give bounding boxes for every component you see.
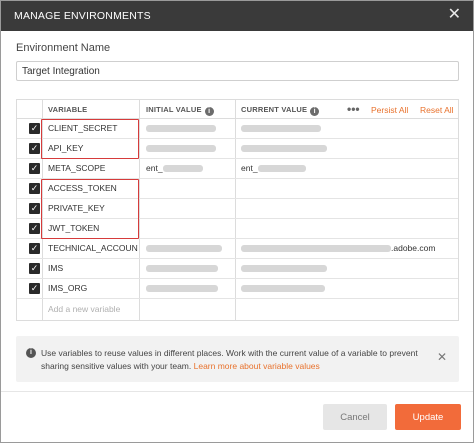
- table-row[interactable]: ✓ IMS_ORG: [17, 279, 458, 299]
- redacted-value: [257, 165, 306, 173]
- table-row[interactable]: ✓ CLIENT_SECRET: [17, 119, 458, 139]
- initial-value-header-label: INITIAL VALUE: [146, 105, 202, 114]
- table-row[interactable]: ✓ PRIVATE_KEY: [17, 199, 458, 219]
- row-checkbox[interactable]: ✓: [29, 283, 40, 294]
- variable-name[interactable]: JWT_TOKEN: [48, 223, 138, 233]
- current-value[interactable]: [241, 143, 456, 153]
- variable-name[interactable]: API_KEY: [48, 143, 138, 153]
- initial-value[interactable]: ent_: [146, 163, 232, 173]
- close-icon[interactable]: ✕: [448, 6, 461, 24]
- redacted-value: [241, 145, 327, 153]
- table-row[interactable]: ✓ TECHNICAL_ACCOUNT_I .adobe.com: [17, 239, 458, 259]
- initial-value[interactable]: [146, 123, 232, 133]
- persist-all-link[interactable]: Persist All: [371, 105, 408, 115]
- initial-value[interactable]: [146, 243, 232, 253]
- row-checkbox[interactable]: ✓: [29, 123, 40, 134]
- variable-column-header: VARIABLE: [48, 105, 88, 114]
- initial-value-text: ent_: [146, 163, 163, 173]
- row-checkbox[interactable]: ✓: [29, 203, 40, 214]
- redacted-value: [241, 265, 327, 273]
- table-row[interactable]: ✓ ACCESS_TOKEN: [17, 179, 458, 199]
- variable-name[interactable]: PRIVATE_KEY: [48, 203, 138, 213]
- cancel-button[interactable]: Cancel: [323, 404, 387, 430]
- reset-all-link[interactable]: Reset All: [420, 105, 454, 115]
- current-value-column-header: CURRENT VALUE i: [241, 105, 320, 116]
- redacted-value: [241, 125, 321, 133]
- environment-name-input[interactable]: [16, 61, 459, 81]
- table-row[interactable]: ✓ API_KEY: [17, 139, 458, 159]
- variable-name[interactable]: IMS: [48, 263, 138, 273]
- current-value[interactable]: [241, 123, 456, 133]
- current-value[interactable]: .adobe.com: [241, 243, 456, 253]
- redacted-value: [162, 165, 203, 173]
- current-value-text: ent_: [241, 163, 258, 173]
- current-value[interactable]: [241, 283, 456, 293]
- current-value[interactable]: [241, 263, 456, 273]
- redacted-value: [146, 245, 222, 253]
- dialog-title: MANAGE ENVIRONMENTS: [14, 10, 151, 22]
- manage-environments-dialog: MANAGE ENVIRONMENTS ✕ Environment Name V…: [0, 0, 474, 443]
- initial-value[interactable]: [146, 283, 232, 293]
- redacted-value: [146, 265, 218, 273]
- add-variable-row[interactable]: Add a new variable: [17, 299, 458, 319]
- footer-divider: [1, 391, 473, 392]
- row-checkbox[interactable]: ✓: [29, 263, 40, 274]
- variable-name[interactable]: ACCESS_TOKEN: [48, 183, 138, 193]
- info-icon: i: [26, 348, 36, 358]
- title-bar: MANAGE ENVIRONMENTS ✕: [1, 1, 473, 31]
- update-button[interactable]: Update: [395, 404, 461, 430]
- redacted-value: [146, 145, 216, 153]
- row-checkbox[interactable]: ✓: [29, 183, 40, 194]
- redacted-value: [146, 125, 216, 133]
- initial-value[interactable]: [146, 143, 232, 153]
- current-value-text: .adobe.com: [391, 243, 436, 253]
- current-value[interactable]: ent_: [241, 163, 456, 173]
- info-icon[interactable]: i: [204, 107, 214, 116]
- initial-value-column-header: INITIAL VALUE i: [146, 105, 214, 116]
- row-checkbox[interactable]: ✓: [29, 143, 40, 154]
- environment-name-label: Environment Name: [16, 42, 111, 54]
- redacted-value: [241, 285, 325, 293]
- variable-name[interactable]: TECHNICAL_ACCOUNT_I: [48, 243, 138, 253]
- add-variable-input[interactable]: Add a new variable: [48, 304, 120, 314]
- variable-name[interactable]: META_SCOPE: [48, 163, 138, 173]
- info-banner: i Use variables to reuse values in diffe…: [16, 336, 459, 382]
- learn-more-link[interactable]: Learn more about variable values: [194, 361, 320, 371]
- variables-table: VARIABLE INITIAL VALUE i CURRENT VALUE i •…: [16, 99, 459, 321]
- more-options-icon[interactable]: •••: [347, 102, 360, 116]
- info-icon[interactable]: i: [310, 107, 320, 116]
- table-row[interactable]: ✓ META_SCOPE ent_ ent_: [17, 159, 458, 179]
- variable-name[interactable]: CLIENT_SECRET: [48, 123, 138, 133]
- close-icon[interactable]: ✕: [437, 350, 447, 364]
- variable-name[interactable]: IMS_ORG: [48, 283, 138, 293]
- redacted-value: [241, 245, 391, 253]
- initial-value[interactable]: [146, 263, 232, 273]
- current-value-header-label: CURRENT VALUE: [241, 105, 308, 114]
- row-checkbox[interactable]: ✓: [29, 223, 40, 234]
- redacted-value: [146, 285, 218, 293]
- row-checkbox[interactable]: ✓: [29, 243, 40, 254]
- info-text: Use variables to reuse values in differe…: [41, 347, 431, 373]
- table-row[interactable]: ✓ JWT_TOKEN: [17, 219, 458, 239]
- table-row[interactable]: ✓ IMS: [17, 259, 458, 279]
- row-checkbox[interactable]: ✓: [29, 163, 40, 174]
- table-header: VARIABLE INITIAL VALUE i CURRENT VALUE i •…: [17, 100, 458, 119]
